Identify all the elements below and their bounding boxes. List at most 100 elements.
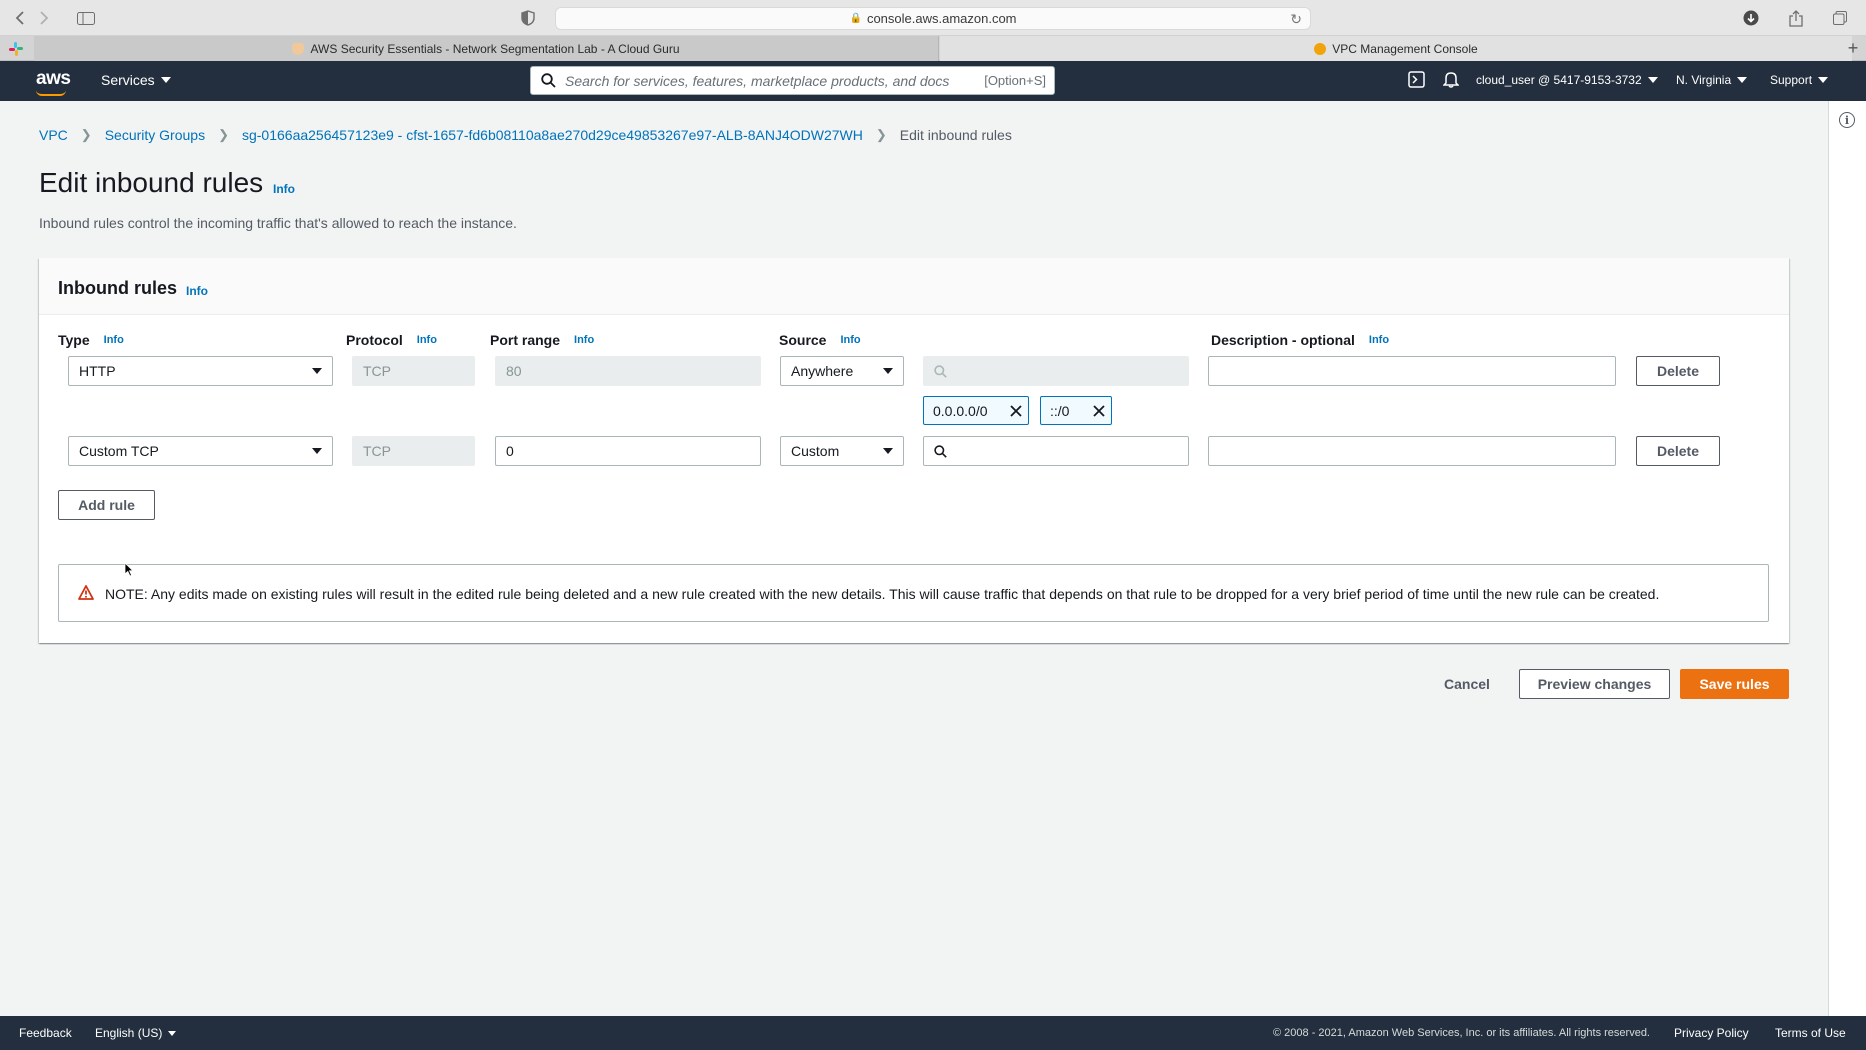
cidr-token-ipv4: 0.0.0.0/0	[923, 396, 1029, 425]
col-header-source: Source Info	[779, 332, 861, 348]
rule-1-delete-button[interactable]: Delete	[1636, 356, 1720, 386]
preview-changes-button[interactable]: Preview changes	[1519, 669, 1670, 699]
feedback-link[interactable]: Feedback	[19, 1026, 72, 1040]
title-info-link[interactable]: Info	[273, 182, 295, 196]
rule-2-source-select[interactable]: Custom	[780, 436, 904, 466]
page-description: Inbound rules control the incoming traff…	[39, 215, 517, 231]
caret-down-icon	[1647, 77, 1658, 83]
caret-down-icon	[312, 368, 322, 374]
rule-2-type-select[interactable]: Custom TCP	[68, 436, 333, 466]
main-content: VPC ❯ Security Groups ❯ sg-0166aa2564571…	[0, 101, 1828, 1016]
sidebar-toggle-icon[interactable]	[76, 8, 96, 28]
rule-2-delete-button[interactable]: Delete	[1636, 436, 1720, 466]
warning-note: NOTE: Any edits made on existing rules w…	[58, 564, 1769, 622]
type-info-link[interactable]: Info	[104, 334, 124, 346]
footer: Feedback English (US) © 2008 - 2021, Ama…	[0, 1016, 1866, 1050]
chevron-right-icon: ❯	[80, 127, 92, 142]
language-menu[interactable]: English (US)	[95, 1026, 177, 1040]
rule-2-protocol-field: TCP	[352, 436, 475, 466]
chevron-right-icon: ❯	[875, 127, 887, 142]
url-text: console.aws.amazon.com	[866, 11, 1017, 26]
aws-smile-icon	[36, 90, 66, 96]
region-menu[interactable]: N. Virginia	[1676, 73, 1748, 87]
protocol-info-link[interactable]: Info	[417, 334, 437, 346]
warning-note-text: NOTE: Any edits made on existing rules w…	[105, 586, 1660, 602]
privacy-shield-icon[interactable]	[518, 8, 538, 28]
notifications-bell-icon[interactable]	[1443, 71, 1459, 88]
browser-tab-acloudguru[interactable]: AWS Security Essentials - Network Segmen…	[34, 36, 939, 61]
col-header-protocol: Protocol Info	[346, 332, 437, 348]
rule-2-description-input[interactable]	[1208, 436, 1616, 466]
privacy-policy-link[interactable]: Privacy Policy	[1674, 1026, 1749, 1040]
share-icon[interactable]	[1786, 8, 1806, 28]
new-tab-icon[interactable]: +	[1844, 38, 1862, 58]
support-menu[interactable]: Support	[1770, 73, 1829, 87]
breadcrumb-security-groups[interactable]: Security Groups	[105, 127, 205, 143]
caret-down-icon	[883, 368, 893, 374]
tab-label: AWS Security Essentials - Network Segmen…	[310, 41, 680, 56]
search-shortcut: [Option+S]	[984, 73, 1046, 88]
warning-triangle-icon	[78, 585, 94, 600]
address-bar[interactable]: 🔒 console.aws.amazon.com ↻	[555, 7, 1311, 30]
save-rules-button[interactable]: Save rules	[1680, 669, 1789, 699]
breadcrumb-vpc[interactable]: VPC	[39, 127, 68, 143]
col-header-port-range: Port range Info	[490, 332, 595, 348]
reload-icon[interactable]: ↻	[1290, 11, 1302, 28]
services-menu[interactable]: Services	[101, 72, 171, 88]
copyright-text: © 2008 - 2021, Amazon Web Services, Inc.…	[1273, 1027, 1650, 1039]
remove-token-close-icon[interactable]	[1008, 403, 1024, 419]
description-info-link[interactable]: Info	[1369, 334, 1389, 346]
forward-icon[interactable]	[36, 8, 52, 28]
chevron-right-icon: ❯	[218, 127, 229, 142]
add-rule-button[interactable]: Add rule	[58, 490, 155, 520]
breadcrumb-current: Edit inbound rules	[899, 127, 1012, 143]
terms-of-use-link[interactable]: Terms of Use	[1775, 1026, 1846, 1040]
rule-2-port-range-input[interactable]: 0	[495, 436, 761, 466]
cloudshell-icon[interactable]	[1408, 71, 1425, 88]
tab-label: VPC Management Console	[1332, 41, 1478, 56]
search-icon	[934, 445, 947, 458]
port-range-info-link[interactable]: Info	[574, 334, 594, 346]
rule-1-description-input[interactable]	[1208, 356, 1616, 386]
remove-token-close-icon[interactable]	[1091, 403, 1107, 419]
browser-toolbar: 🔒 console.aws.amazon.com ↻	[0, 0, 1866, 36]
cidr-token-ipv6: ::/0	[1040, 396, 1112, 425]
info-icon[interactable]: i	[1839, 112, 1855, 128]
rule-2-cidr-search-input[interactable]	[923, 436, 1189, 466]
caret-down-icon	[1737, 77, 1748, 83]
cancel-button[interactable]: Cancel	[1434, 669, 1500, 699]
caret-down-icon	[1818, 77, 1829, 83]
rule-1-cidr-search	[923, 356, 1189, 386]
panel-title: Inbound rules	[58, 278, 177, 298]
breadcrumb: VPC ❯ Security Groups ❯ sg-0166aa2564571…	[39, 127, 1012, 143]
tab-overview-icon[interactable]	[1830, 8, 1850, 28]
caret-down-icon	[883, 448, 893, 454]
source-info-link[interactable]: Info	[840, 334, 860, 346]
cloud-icon	[292, 42, 305, 55]
slack-icon[interactable]	[6, 39, 26, 59]
aws-logo[interactable]: aws	[36, 68, 71, 96]
page-title: Edit inbound rules	[39, 167, 264, 198]
search-placeholder: Search for services, features, marketpla…	[565, 72, 950, 89]
search-icon	[934, 365, 947, 378]
rule-1-source-select[interactable]: Anywhere	[780, 356, 904, 386]
downloads-icon[interactable]	[1741, 8, 1761, 28]
col-header-description: Description - optional Info	[1211, 332, 1390, 348]
caret-down-icon	[168, 1030, 177, 1036]
lock-icon: 🔒	[849, 13, 862, 24]
rule-1-protocol-field: TCP	[352, 356, 475, 386]
rule-1-port-range-field: 80	[495, 356, 761, 386]
account-menu[interactable]: cloud_user @ 5417-9153-3732	[1476, 73, 1658, 87]
search-icon	[541, 73, 556, 88]
rule-1-type-select[interactable]: HTTP	[68, 356, 333, 386]
browser-tab-bar: AWS Security Essentials - Network Segmen…	[0, 36, 1866, 61]
aws-top-nav: aws Services Search for services, featur…	[0, 61, 1866, 101]
back-icon[interactable]	[12, 8, 28, 28]
vpc-favicon-icon	[1314, 42, 1327, 55]
mouse-cursor-icon	[124, 562, 134, 577]
panel-info-link[interactable]: Info	[186, 284, 208, 298]
breadcrumb-security-group-id[interactable]: sg-0166aa256457123e9 - cfst-1657-fd6b081…	[242, 127, 863, 143]
browser-tab-vpc-console[interactable]: VPC Management Console	[940, 36, 1852, 61]
caret-down-icon	[312, 448, 322, 454]
aws-search-input[interactable]: Search for services, features, marketpla…	[530, 66, 1055, 95]
